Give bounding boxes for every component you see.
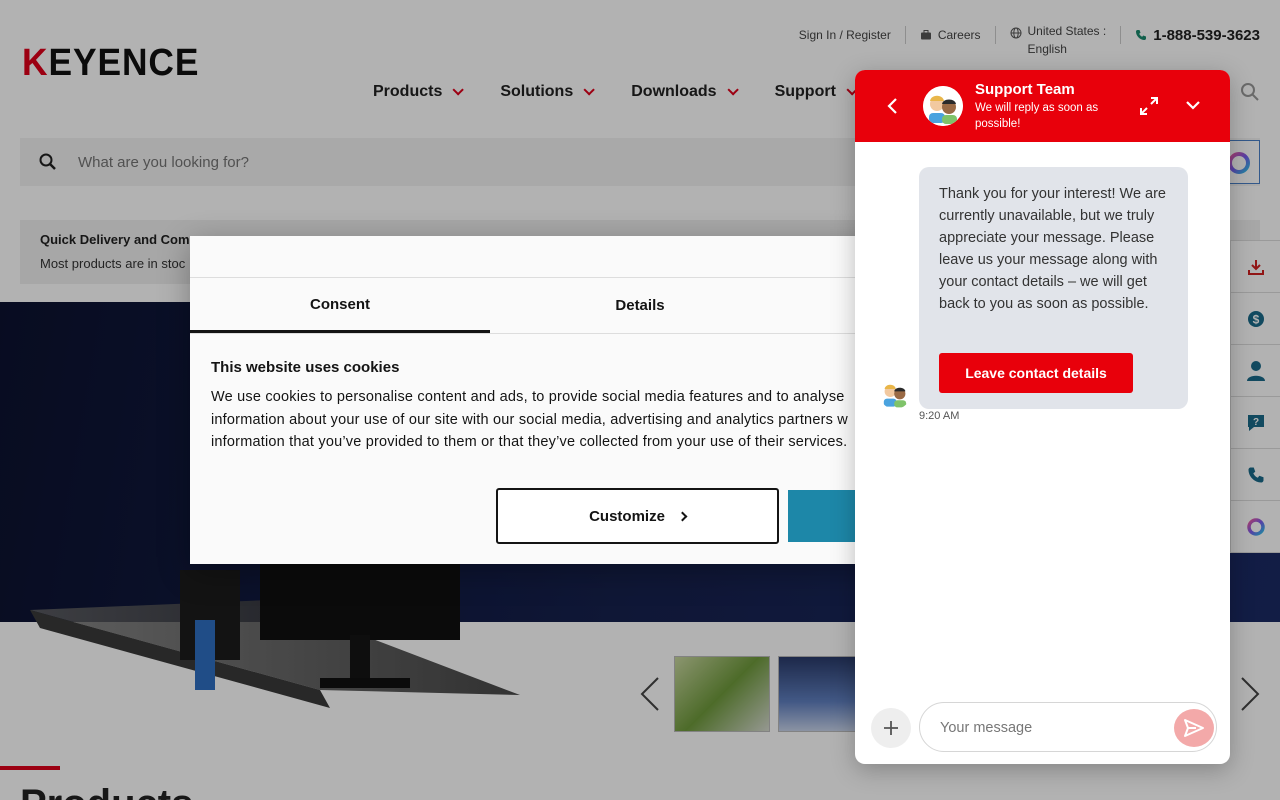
tab-label: Consent <box>310 295 370 313</box>
avatar-illustration <box>923 86 963 126</box>
cookie-heading: This website uses cookies <box>211 359 400 376</box>
avatar-illustration <box>879 377 911 409</box>
chevron-down-icon[interactable] <box>1185 98 1201 112</box>
plus-icon <box>884 721 898 735</box>
cookie-tabs: Consent Details <box>190 278 890 334</box>
leave-contact-details-button[interactable]: Leave contact details <box>939 353 1133 393</box>
tab-details[interactable]: Details <box>490 278 790 333</box>
expand-icon[interactable] <box>1139 96 1159 116</box>
agent-avatar <box>923 86 963 126</box>
message-avatar <box>879 377 911 409</box>
chat-input-wrapper <box>919 702 1217 752</box>
agent-name: Support Team <box>975 81 1075 98</box>
chat-message-input[interactable] <box>940 717 1160 739</box>
attach-button[interactable] <box>871 708 911 748</box>
customize-button[interactable]: Customize <box>496 488 779 544</box>
cookie-consent-dialog: Consent Details This website uses cookie… <box>190 236 890 564</box>
chat-message-text: Thank you for your interest! We are curr… <box>939 186 1167 312</box>
tab-consent[interactable]: Consent <box>190 278 490 333</box>
chevron-left-icon[interactable] <box>885 96 901 116</box>
message-timestamp: 9:20 AM <box>919 410 960 422</box>
chevron-right-icon <box>677 511 688 521</box>
customize-label: Customize <box>589 507 665 525</box>
send-icon <box>1184 719 1204 737</box>
agent-status: We will reply as soon as possible! <box>975 102 1099 130</box>
chat-header: Support Team We will reply as soon as po… <box>855 70 1230 142</box>
cookie-dialog-header <box>190 236 890 278</box>
tab-label: Details <box>615 297 665 314</box>
send-button[interactable] <box>1174 709 1214 747</box>
cookie-body-text: We use cookies to personalise content an… <box>211 389 848 450</box>
chat-message-bubble: Thank you for your interest! We are curr… <box>919 167 1188 409</box>
chat-widget: Support Team We will reply as soon as po… <box>855 70 1230 764</box>
